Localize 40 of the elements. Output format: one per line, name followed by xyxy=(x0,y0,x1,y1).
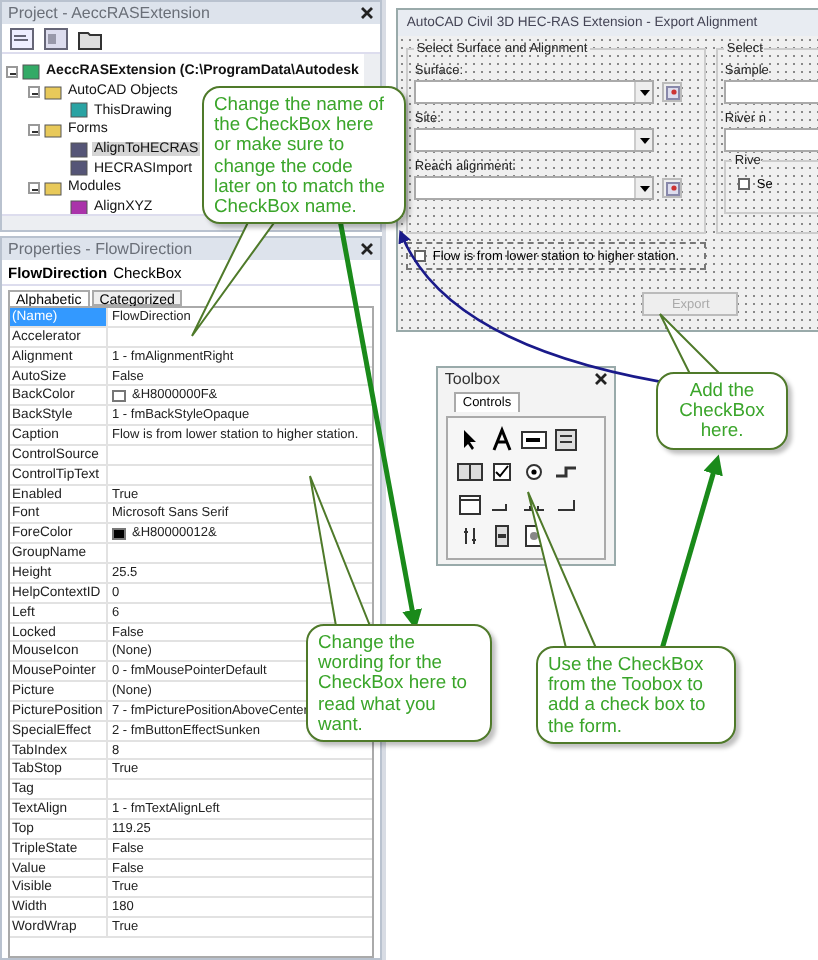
panel-title: Toolbox xyxy=(444,369,500,387)
callout: Change the name of the CheckBox here or make sure to change the code later on to match the CheckBox name. xyxy=(202,86,406,225)
close-icon[interactable] xyxy=(360,6,375,20)
drawing-icon xyxy=(70,102,88,119)
dropdown-field[interactable] xyxy=(414,128,655,152)
dropdown-arrow-icon xyxy=(639,89,650,95)
folder-icon xyxy=(44,179,62,196)
pick-icon xyxy=(665,181,680,195)
expander-icon[interactable] xyxy=(28,85,40,98)
panel-title: Project - AeccRASExtension xyxy=(8,4,210,22)
toolbox-control-icon[interactable] xyxy=(552,426,581,454)
toolbox-control-icon[interactable] xyxy=(520,426,549,454)
panel-title: Properties - FlowDirection xyxy=(8,240,193,258)
expander-icon[interactable] xyxy=(28,181,40,194)
input-field[interactable] xyxy=(724,128,818,152)
dropdown-field[interactable] xyxy=(414,80,655,104)
folder-icon xyxy=(44,83,62,100)
toolbox-control-icon[interactable] xyxy=(488,458,517,486)
checkbox[interactable] xyxy=(738,178,751,190)
callout-pointer xyxy=(659,313,723,375)
project-icon xyxy=(22,63,40,80)
view-object-icon[interactable] xyxy=(44,27,68,49)
checkbox[interactable] xyxy=(414,250,427,262)
pick-button[interactable] xyxy=(662,178,683,198)
toolbox-control-icon[interactable] xyxy=(456,458,485,486)
input-field[interactable] xyxy=(724,80,818,104)
toolbox-control-icon[interactable] xyxy=(456,490,485,518)
folder-icon xyxy=(44,121,62,138)
close-icon[interactable] xyxy=(360,242,375,256)
close-icon[interactable] xyxy=(594,371,609,385)
pick-icon xyxy=(665,85,680,99)
dropdown-field[interactable] xyxy=(414,176,655,200)
pick-button[interactable] xyxy=(662,82,683,102)
expander-icon[interactable] xyxy=(6,65,18,78)
dropdown-arrow-icon xyxy=(639,185,650,191)
dropdown-arrow-icon xyxy=(639,137,650,143)
expander-icon[interactable] xyxy=(28,123,40,136)
view-code-icon[interactable] xyxy=(10,27,34,49)
callout: Use the CheckBox from the Toobox to add a check box to the form. xyxy=(536,646,736,744)
toolbox-control-icon[interactable] xyxy=(488,426,517,454)
